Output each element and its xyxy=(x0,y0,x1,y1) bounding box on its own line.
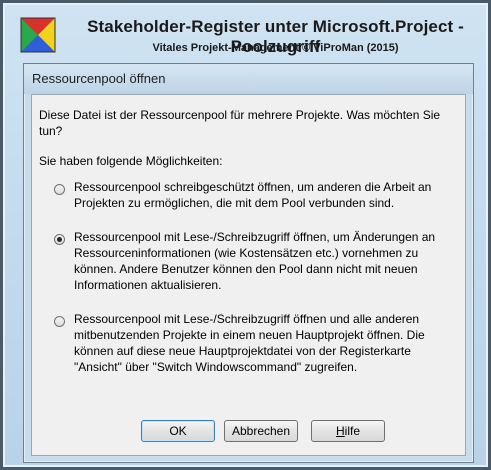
option-read-write-label: Ressourcenpool mit Lese-/Schreibzugriff … xyxy=(74,230,436,292)
dialog-titlebar[interactable]: Ressourcenpool öffnen xyxy=(24,64,473,94)
radio-read-write[interactable] xyxy=(54,234,65,245)
option-read-write-master-label: Ressourcenpool mit Lese-/Schreibzugriff … xyxy=(74,312,425,374)
help-button-label: ilfe xyxy=(344,424,360,438)
options-label: Sie haben folgende Möglichkeiten: xyxy=(39,154,223,168)
app-frame: Stakeholder-Register unter Microsoft.Pro… xyxy=(0,0,491,470)
help-button-accelerator: H xyxy=(335,424,345,438)
banner-subtitle: Vitales Projekt-Management © ViProMan (2… xyxy=(152,42,399,54)
cancel-button[interactable]: Abbrechen xyxy=(224,420,298,442)
help-button[interactable]: Hilfe xyxy=(311,420,385,442)
option-read-only-label: Ressourcenpool schreibgeschützt öffnen, … xyxy=(74,180,432,210)
radio-read-only[interactable] xyxy=(54,184,65,195)
dialog-question: Diese Datei ist der Ressourcenpool für m… xyxy=(39,108,441,138)
radio-read-write-master[interactable] xyxy=(54,316,65,327)
resource-pool-dialog: Ressourcenpool öffnen Diese Datei ist de… xyxy=(23,63,474,463)
viproman-logo-icon xyxy=(20,17,56,53)
header-banner: Stakeholder-Register unter Microsoft.Pro… xyxy=(13,11,484,59)
dialog-content: Diese Datei ist der Ressourcenpool für m… xyxy=(31,94,466,456)
dialog-title: Ressourcenpool öffnen xyxy=(32,71,166,86)
ok-button[interactable]: OK xyxy=(141,420,215,442)
